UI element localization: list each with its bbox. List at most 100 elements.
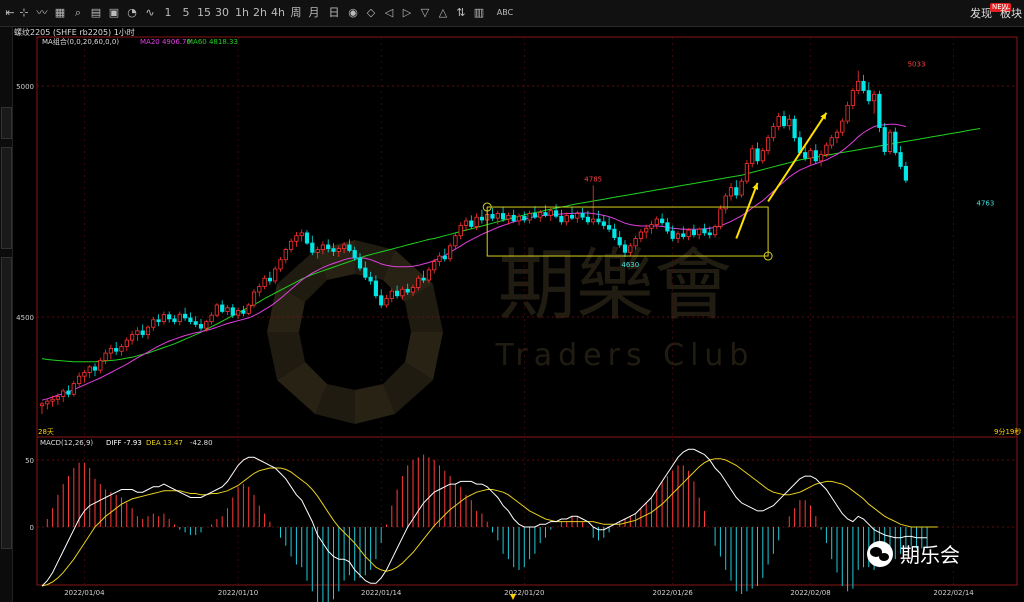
candle	[129, 330, 135, 345]
arrow-right-icon[interactable]: ▷	[400, 5, 414, 21]
zoom-out-icon[interactable]: ▽	[418, 5, 432, 21]
candle	[225, 305, 230, 316]
arrow-left-icon[interactable]: ◁	[382, 5, 396, 21]
candle-body	[898, 152, 903, 167]
abc-button[interactable]: ABC	[492, 5, 518, 21]
candle-body	[506, 214, 511, 220]
days-label: 28天	[38, 428, 54, 436]
candle-body	[787, 118, 792, 127]
candle-body	[161, 314, 166, 323]
period-30m-button[interactable]: 30	[214, 5, 230, 21]
candle	[522, 211, 527, 223]
candle-body	[220, 304, 225, 312]
candle	[686, 228, 691, 241]
candle-body	[686, 229, 691, 238]
candle-body	[442, 255, 447, 260]
candle	[172, 315, 177, 325]
candle-body	[288, 240, 294, 250]
candle-body	[665, 222, 670, 232]
period-week-button[interactable]: 周	[288, 5, 304, 21]
candle	[447, 243, 453, 262]
candle	[304, 230, 310, 245]
brand-name: 期乐会	[900, 543, 960, 567]
candle	[713, 224, 718, 238]
period-2h-button[interactable]: 2h	[252, 5, 268, 21]
candle-body	[92, 366, 98, 371]
period-day-button[interactable]: 日	[326, 5, 342, 21]
diamond-icon[interactable]: ◇	[364, 5, 378, 21]
candle	[787, 114, 792, 131]
candle	[861, 74, 866, 94]
candle-body	[135, 330, 140, 335]
candle	[220, 300, 225, 314]
candle-body	[209, 314, 214, 323]
candle-body	[633, 238, 638, 247]
draw-tool-icon[interactable]: ∿	[144, 5, 156, 21]
candle	[257, 283, 262, 297]
candle	[124, 337, 129, 352]
candle	[262, 275, 267, 290]
candle	[71, 380, 76, 397]
candle-body	[320, 244, 326, 250]
candle-body	[331, 248, 336, 252]
candle	[458, 222, 463, 240]
candle	[760, 147, 765, 164]
candle	[108, 344, 113, 360]
eye-icon[interactable]: ◉	[346, 5, 360, 21]
candle-body	[326, 244, 331, 250]
period-1m-button[interactable]: 1	[162, 5, 174, 21]
candle-body	[82, 372, 87, 377]
candle-body	[182, 313, 188, 319]
candle	[209, 312, 214, 325]
candle	[82, 369, 87, 383]
clock-icon[interactable]: ◔	[126, 5, 138, 21]
candle-body	[644, 227, 649, 233]
candle-body	[140, 330, 145, 335]
candle	[135, 327, 140, 342]
candle-body	[691, 229, 697, 236]
candle	[596, 210, 601, 225]
candle	[278, 256, 283, 272]
scroll-marker-icon[interactable]	[510, 594, 516, 600]
candle-body	[384, 298, 389, 306]
table-icon[interactable]: ▤	[90, 5, 102, 21]
sector-button[interactable]: 板块	[1000, 5, 1022, 21]
candle	[559, 209, 564, 225]
candle	[516, 213, 522, 226]
candle	[490, 207, 495, 221]
candle-body	[776, 116, 781, 128]
candle-body	[124, 339, 129, 347]
candle-body	[760, 150, 765, 162]
candle-body	[373, 280, 379, 297]
crosshair-icon[interactable]: ⊹	[18, 5, 30, 21]
candle	[840, 118, 845, 136]
candle	[554, 204, 559, 219]
candle-body	[66, 390, 71, 395]
period-1h-button[interactable]: 1h	[234, 5, 250, 21]
magnifier-icon[interactable]: ⌕	[72, 5, 84, 21]
grid-icon[interactable]: ▦	[54, 5, 66, 21]
candle-body	[257, 286, 262, 293]
kline-chart[interactable]: 期樂會 Traders Club 4785 4630 5033 4763 5000 45…	[0, 27, 1024, 602]
period-15m-button[interactable]: 15	[196, 5, 212, 21]
candle	[887, 129, 893, 155]
candle-body	[861, 80, 866, 91]
candle	[591, 185, 596, 225]
period-5m-button[interactable]: 5	[180, 5, 192, 21]
discover-button[interactable]: 发现	[970, 5, 992, 21]
layout-icon[interactable]: ▥	[472, 5, 486, 21]
candle	[39, 402, 45, 415]
candle	[697, 227, 702, 240]
line-chart-icon[interactable]: 〰	[36, 5, 48, 21]
toolbar: ⇤ ⊹ 〰 ▦ ⌕ ▤ ▣ ◔ ∿ 1 5 15 30 1h 2h 4h 周 月…	[0, 0, 1024, 27]
save-icon[interactable]: ▣	[108, 5, 120, 21]
sort-icon[interactable]: ⇅	[454, 5, 468, 21]
back-icon[interactable]: ⇤	[4, 5, 16, 21]
period-month-button[interactable]: 月	[306, 5, 322, 21]
candle-body	[834, 131, 840, 139]
candle	[903, 161, 909, 184]
period-4h-button[interactable]: 4h	[270, 5, 286, 21]
zoom-in-icon[interactable]: △	[436, 5, 450, 21]
candle	[103, 349, 108, 365]
candle-body	[447, 245, 453, 260]
